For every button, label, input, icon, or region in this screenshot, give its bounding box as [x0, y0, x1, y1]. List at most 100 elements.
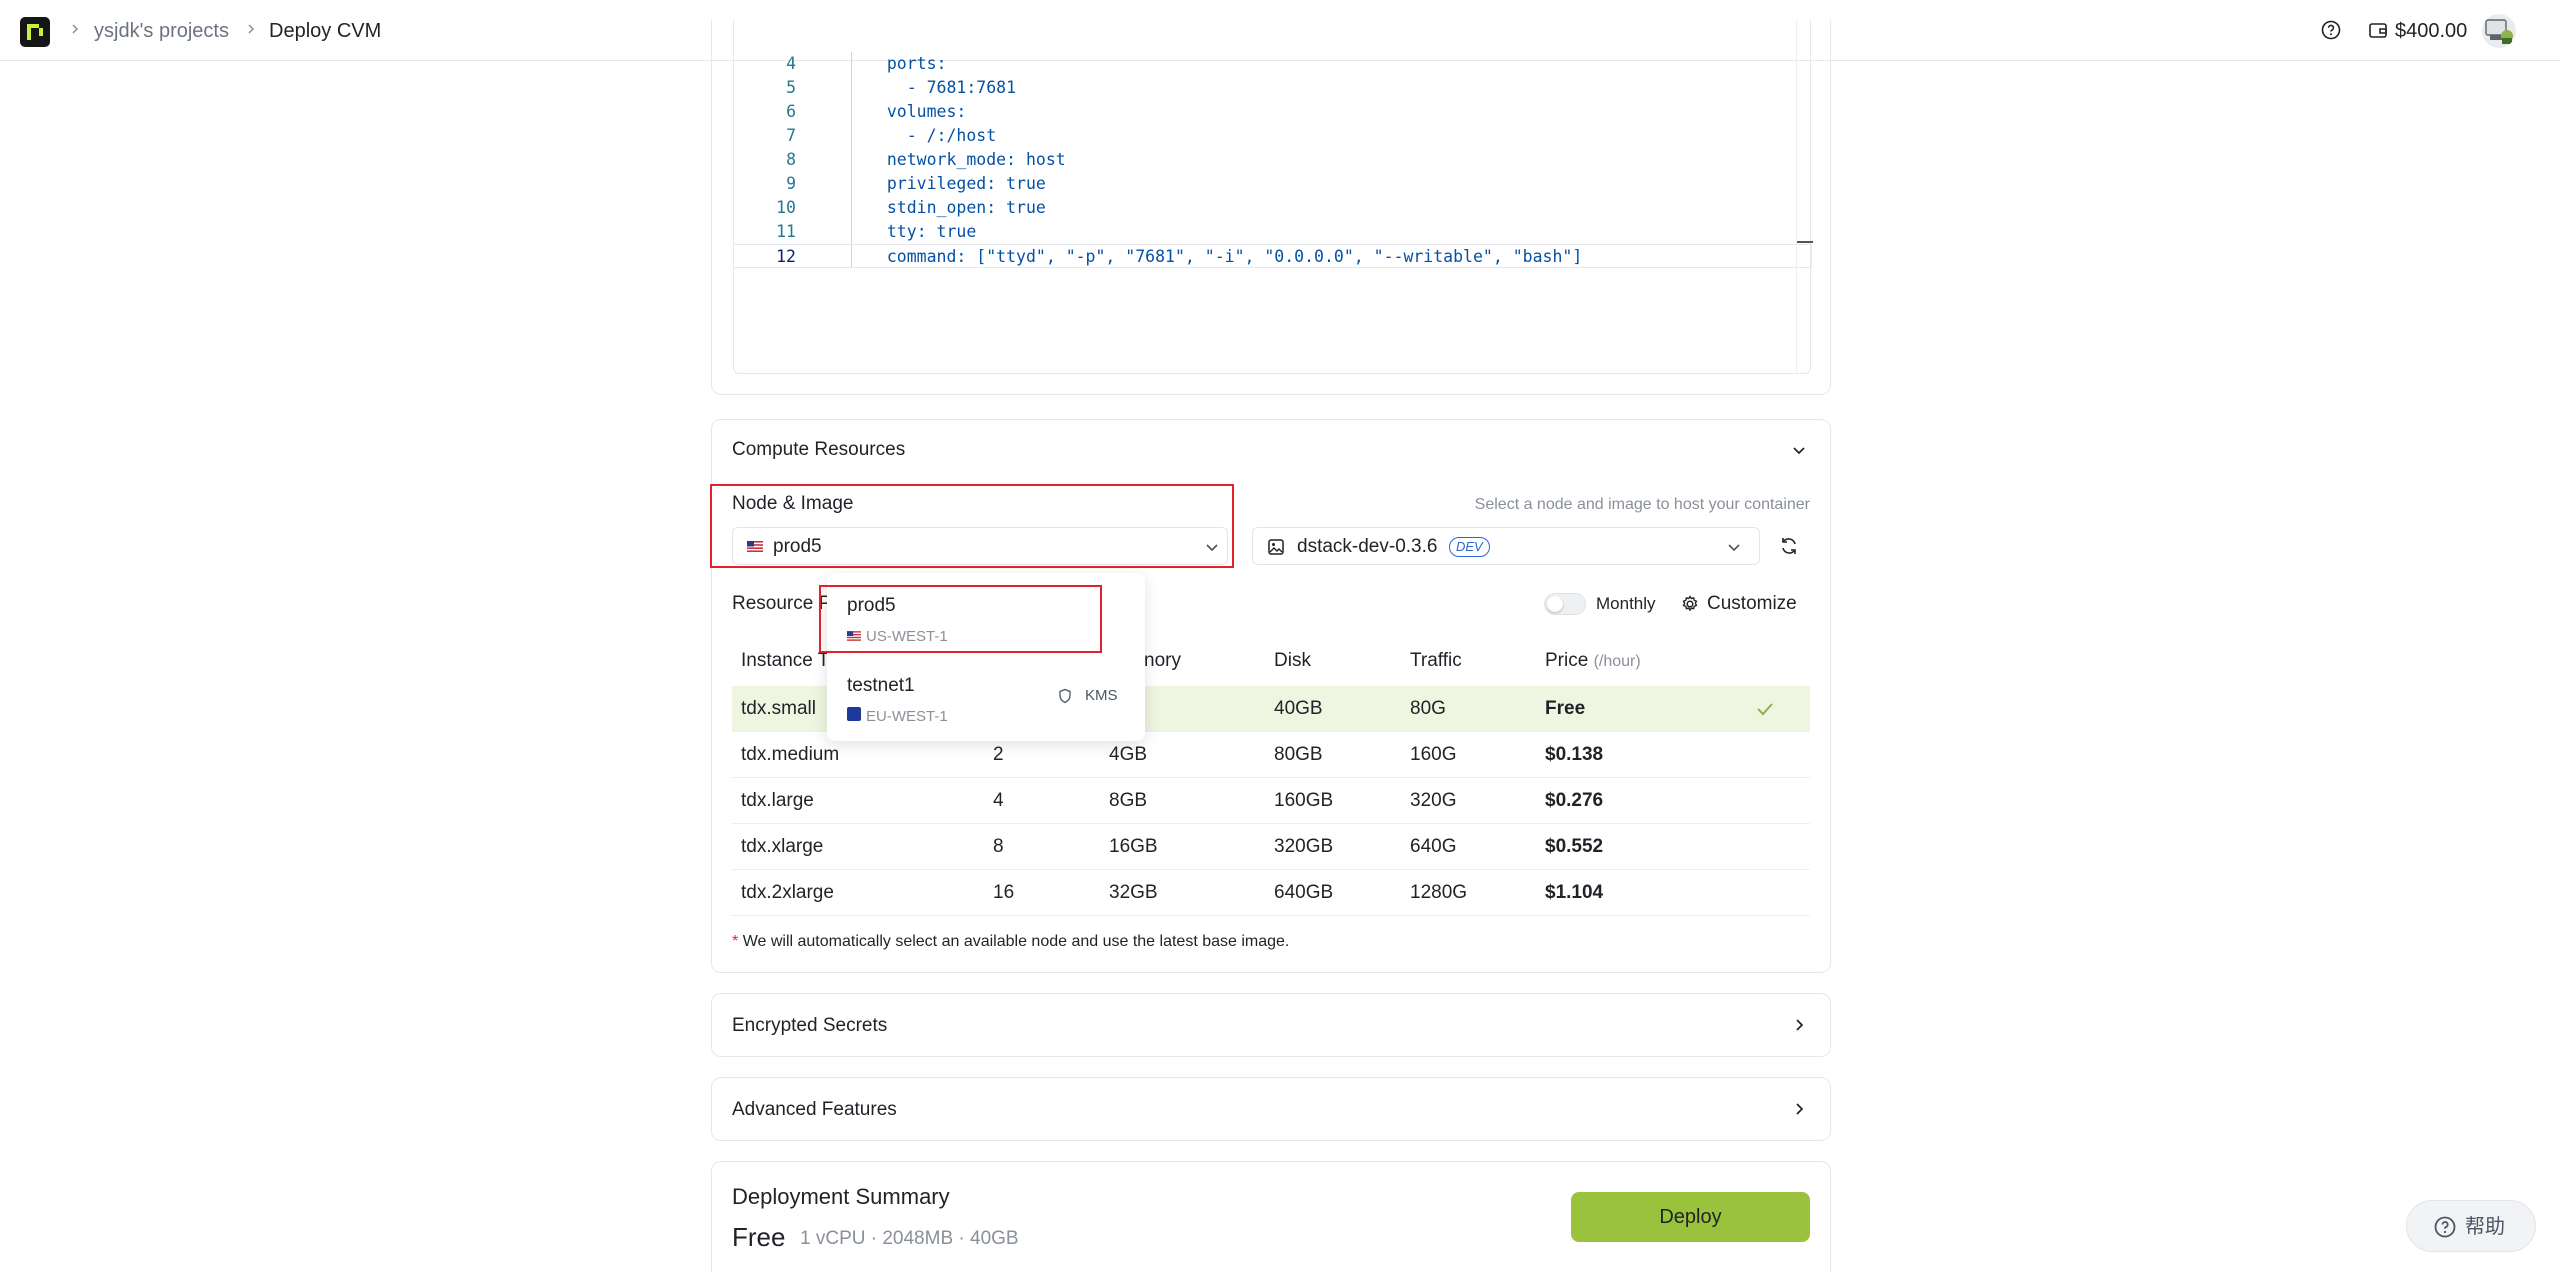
node-select-value: prod5	[773, 536, 822, 557]
line-source: volumes:	[886, 102, 967, 121]
instance-row-tdx-xlarge[interactable]: tdx.xlarge 8 16GB 320GB 640G $0.552	[732, 824, 1810, 870]
col-memory: nory	[1144, 650, 1181, 671]
phala-logo-icon[interactable]	[20, 17, 50, 47]
code-editor[interactable]: 4 ports: 5 - 7681:7681 6 volumes: 7 - /:/ho…	[733, 20, 1813, 374]
cell-memory: 8GB	[1109, 790, 1148, 811]
help-circle-icon	[2434, 1216, 2456, 1238]
cell-disk: 320GB	[1274, 836, 1334, 857]
node-select[interactable]: prod5	[732, 527, 1228, 565]
avatar[interactable]	[2482, 14, 2516, 48]
help-float-button[interactable]: 帮助	[2406, 1200, 2536, 1252]
required-asterisk: *	[732, 933, 739, 950]
code-line[interactable]: 9 privileged: true	[734, 172, 1812, 196]
dev-badge: DEV	[1449, 537, 1490, 557]
option-name: testnet1	[847, 675, 915, 696]
chevron-down-icon[interactable]	[1790, 441, 1808, 459]
cell-vcpu: 4	[993, 790, 1004, 811]
check-icon	[1757, 703, 1773, 716]
cell-traffic: 1280G	[1410, 882, 1468, 903]
cell-traffic: 160G	[1410, 744, 1457, 765]
advanced-features-section[interactable]: Advanced Features	[711, 1077, 1831, 1141]
line-source: stdin_open: true	[886, 198, 1046, 217]
monthly-label: Monthly	[1596, 594, 1656, 613]
monthly-toggle[interactable]	[1544, 593, 1586, 615]
encrypted-secrets-section[interactable]: Encrypted Secrets	[711, 993, 1831, 1057]
balance[interactable]: $400.00	[2395, 19, 2467, 43]
line-number: 11	[776, 222, 796, 241]
node-image-label: Node & Image	[732, 493, 854, 514]
col-price: Price (/hour)	[1545, 650, 1641, 673]
editor-scrollbar[interactable]	[1796, 20, 1797, 374]
col-price-label: Price	[1545, 650, 1589, 671]
image-select-value: dstack-dev-0.3.6	[1297, 536, 1438, 557]
wallet-icon	[2369, 23, 2387, 38]
code-line[interactable]: 7 - /:/host	[734, 124, 1812, 148]
cell-name: tdx.small	[741, 698, 816, 719]
line-source: - 7681:7681	[906, 78, 1017, 97]
cell-price: Free	[1545, 698, 1586, 719]
summary-spec: 1 vCPU · 2048MB · 40GB	[800, 1228, 1019, 1249]
auto-select-note: * We will automatically select an availa…	[732, 932, 1289, 952]
refresh-icon[interactable]	[1778, 535, 1800, 557]
code-line[interactable]: 10 stdin_open: true	[734, 196, 1812, 220]
prod5-option-highlight	[819, 585, 1102, 653]
instance-row-tdx-2xlarge[interactable]: tdx.2xlarge 16 32GB 640GB 1280G $1.104	[732, 870, 1810, 916]
chevron-right-icon	[248, 24, 255, 34]
image-select[interactable]: dstack-dev-0.3.6 DEV	[1252, 527, 1760, 565]
dropdown-option-testnet1[interactable]: testnet1 EU-WEST-1 KMS	[827, 663, 1145, 733]
toggle-knob	[1547, 596, 1563, 612]
col-instance-type: Instance T	[741, 650, 830, 671]
line-number: 6	[786, 102, 796, 121]
code-line[interactable]: 11 tty: true	[734, 220, 1812, 244]
auto-select-note-text: We will automatically select an availabl…	[742, 933, 1290, 950]
line-source: command: ["ttyd", "-p", "7681", "-i", "0…	[886, 247, 1583, 266]
code-line[interactable]: 5 - 7681:7681	[734, 76, 1812, 100]
cell-price: $0.276	[1545, 790, 1604, 811]
line-number: 5	[786, 78, 796, 97]
cell-memory: 4GB	[1109, 744, 1148, 765]
code-line[interactable]: 6 volumes:	[734, 100, 1812, 124]
gear-icon[interactable]	[1680, 594, 1700, 614]
col-disk: Disk	[1274, 650, 1311, 671]
cell-name: tdx.2xlarge	[741, 882, 834, 903]
cell-memory: 16GB	[1109, 836, 1158, 857]
customize-button[interactable]: Customize	[1707, 593, 1797, 615]
line-source: - /:/host	[906, 126, 997, 145]
cell-price: $1.104	[1545, 882, 1604, 903]
instance-row-tdx-large[interactable]: tdx.large 4 8GB 160GB 320G $0.276	[732, 778, 1810, 824]
deploy-button[interactable]: Deploy	[1571, 1192, 1810, 1242]
line-number: 12	[776, 247, 796, 266]
node-image-hint: Select a node and image to host your con…	[1474, 496, 1810, 513]
summary-title: Deployment Summary	[732, 1184, 950, 1209]
advanced-features-title: Advanced Features	[732, 1099, 897, 1120]
line-number: 4	[786, 54, 796, 73]
cell-disk: 80GB	[1274, 744, 1323, 765]
help-circle-icon[interactable]	[2320, 19, 2342, 41]
cell-name: tdx.large	[741, 790, 814, 811]
cell-vcpu: 2	[993, 744, 1004, 765]
cell-price: $0.138	[1545, 744, 1604, 765]
cell-disk: 160GB	[1274, 790, 1334, 811]
line-number: 8	[786, 150, 796, 169]
compose-editor-card: 4 ports: 5 - 7681:7681 6 volumes: 7 - /:/ho…	[711, 20, 1831, 395]
code-line[interactable]: 8 network_mode: host	[734, 148, 1812, 172]
line-source: ports:	[886, 54, 947, 73]
help-float-label: 帮助	[2465, 1216, 2505, 1238]
cell-name: tdx.xlarge	[741, 836, 824, 857]
cell-traffic: 640G	[1410, 836, 1457, 857]
line-source: network_mode: host	[886, 150, 1066, 169]
chevron-down-icon	[1206, 544, 1218, 552]
col-price-unit: (/hour)	[1593, 653, 1641, 670]
option-region: EU-WEST-1	[866, 708, 948, 725]
breadcrumb-projects[interactable]: ysjdk's projects	[94, 19, 229, 43]
encrypted-secrets-title: Encrypted Secrets	[732, 1015, 888, 1036]
cell-traffic: 320G	[1410, 790, 1457, 811]
compute-resources-title[interactable]: Compute Resources	[732, 438, 905, 462]
code-lines[interactable]: 4 ports: 5 - 7681:7681 6 volumes: 7 - /:/ho…	[734, 52, 1812, 268]
code-line[interactable]: 4 ports:	[734, 52, 1812, 76]
cell-disk: 640GB	[1274, 882, 1334, 903]
cell-vcpu: 16	[993, 882, 1015, 903]
code-line[interactable]: 12 command: ["ttyd", "-p", "7681", "-i",…	[734, 244, 1812, 268]
line-source: privileged: true	[886, 174, 1046, 193]
cell-disk: 40GB	[1274, 698, 1323, 719]
